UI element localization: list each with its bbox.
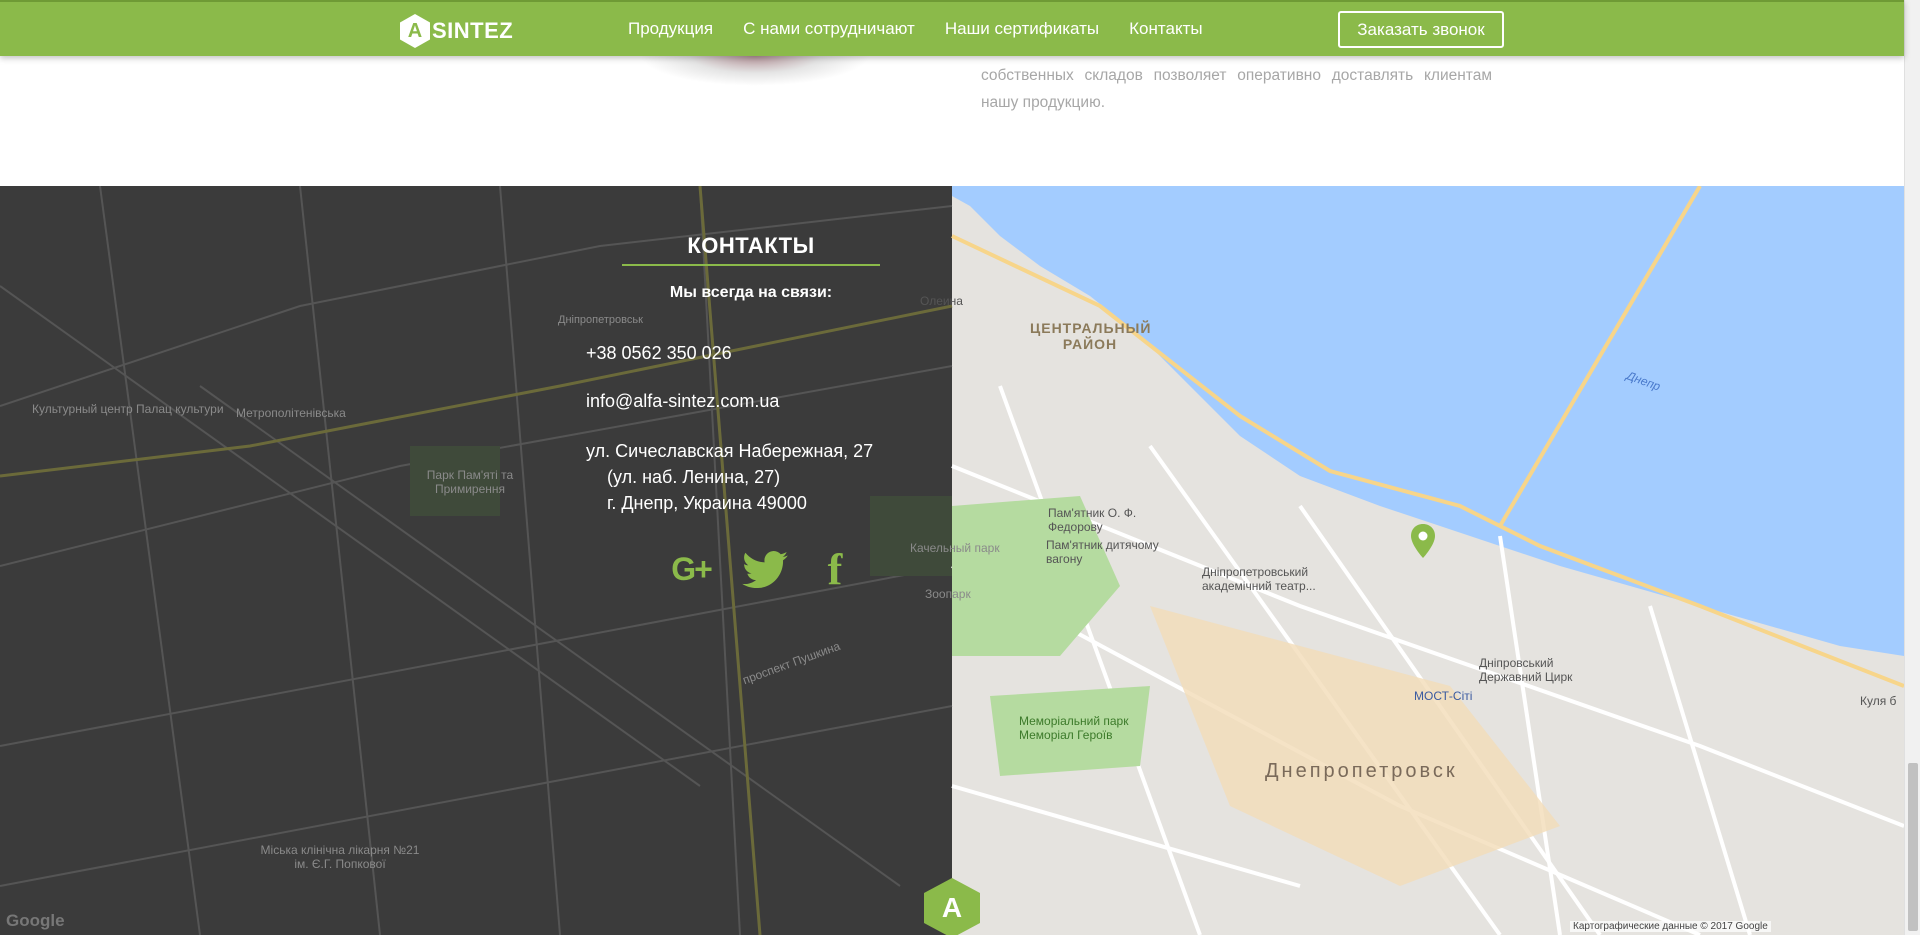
map-city-label: Днепропетровск (1265, 760, 1458, 782)
location-pin-icon[interactable] (1411, 524, 1435, 558)
contact-phone[interactable]: +38 0562 350 026 (586, 343, 732, 364)
map-label-swing-park: Качельный парк (910, 541, 1000, 555)
scrollbar-thumb[interactable] (1908, 763, 1918, 931)
page-scrollbar[interactable] (1904, 0, 1920, 935)
map-label-culture-center: Культурный центр Палац культури (32, 402, 224, 416)
about-text: собственных складов позволяет оперативно… (981, 67, 1492, 111)
map-label-zoo: Зоопарк (925, 587, 971, 601)
map-attribution[interactable]: Картографические данные © 2017 Google (1570, 921, 1771, 932)
logo[interactable]: A SINTEZ (400, 14, 513, 48)
address-line-3: г. Днепр, Украина 49000 (607, 493, 807, 513)
site-header: A SINTEZ Продукция С нами сотрудничают Н… (0, 0, 1904, 56)
twitter-icon[interactable] (742, 550, 788, 589)
order-call-button[interactable]: Заказать звонок (1338, 11, 1504, 48)
map-label-kulia: Куля б (1860, 694, 1897, 708)
map-label-hospital: Міська клінічна лікарня №21 ім. Є.Г. Поп… (260, 843, 420, 871)
map-label-memorial-park: Меморіальний парк Меморіал Героїв (1019, 714, 1129, 742)
map[interactable]: Культурный центр Палац культури Метропол… (0, 186, 1904, 935)
contact-email[interactable]: info@alfa-sintez.com.ua (586, 391, 779, 412)
facebook-icon[interactable]: f (812, 544, 858, 595)
map-label-most-city: МОСТ-Сіті (1414, 689, 1473, 703)
map-label-oleina: Олеина (920, 294, 963, 308)
contacts-title: КОНТАКТЫ (687, 233, 815, 258)
address-line-1: ул. Сичеславская Набережная, 27 (586, 441, 874, 461)
contacts-subtitle: Мы всегда на связи: (669, 284, 833, 301)
map-label-theatre: Дніпропетровський академічний театр... (1202, 565, 1316, 593)
page: A SINTEZ Продукция С нами сотрудничают Н… (0, 0, 1920, 935)
nav-item-certificates[interactable]: Наши сертификаты (945, 19, 1099, 39)
social-links: G+ f (664, 544, 858, 595)
map-label-metro: Метрополітенівська (236, 406, 346, 420)
map-label-children-wagon: Пам'ятник дитячому вагону (1046, 538, 1159, 566)
address-line-2: (ул. наб. Ленина, 27) (607, 467, 781, 487)
logo-text: SINTEZ (432, 18, 514, 43)
nav-item-partners[interactable]: С нами сотрудничают (743, 19, 915, 39)
logo-hex-icon: A (400, 14, 430, 48)
main-nav: Продукция С нами сотрудничают Наши серти… (628, 2, 1203, 56)
nav-item-contacts[interactable]: Контакты (1129, 19, 1202, 39)
wave-divider (0, 172, 1904, 180)
google-plus-icon[interactable]: G+ (664, 551, 718, 588)
map-label-park-memory: Парк Пам'яті та Примирення (426, 468, 514, 496)
map-label-dnipro-station: Дніпропетровськ (558, 314, 643, 326)
nav-item-products[interactable]: Продукция (628, 19, 713, 39)
map-label-circus: Дніпровський Державний Цирк (1479, 656, 1573, 684)
map-label-fedorov-monument: Пам'ятник О. Ф. Федорову (1048, 506, 1137, 534)
about-section: собственных складов позволяет оперативно… (0, 26, 1904, 186)
contact-address: ул. Сичеславская Набережная, 27 (ул. наб… (586, 438, 873, 516)
google-logo: Google (6, 911, 65, 930)
map-district-label: ЦЕНТРАЛЬНЫЙ РАЙОН (1030, 320, 1152, 352)
contacts-title-underline (622, 264, 880, 266)
